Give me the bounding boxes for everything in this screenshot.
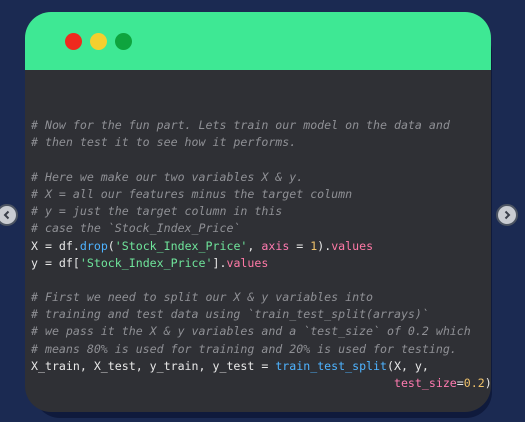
code-token-fn: drop (79, 238, 108, 253)
close-dot-icon (65, 33, 82, 50)
minimize-dot-icon (90, 33, 107, 50)
code-token-var: df[ (51, 255, 80, 270)
code-line: # means 80% is used for training and 20%… (31, 341, 487, 358)
code-token-op: = (456, 376, 464, 390)
code-token-num: 0.2 (463, 376, 485, 390)
code-token-comment: # training and test data using `train_te… (31, 307, 429, 322)
code-token-comment: # y = just the target column in this (31, 204, 283, 219)
code-token-op: = (289, 238, 311, 253)
code-token-var: , (247, 238, 262, 253)
code-token-var: ) (485, 376, 491, 390)
code-token-op: = (44, 255, 52, 270)
code-token-str: 'Stock_Index_Price' (114, 238, 248, 253)
window-titlebar (25, 12, 491, 70)
code-token-var (31, 376, 394, 390)
code-line: # y = just the target column in this (31, 203, 487, 220)
code-line: # we pass it the X & y variables and a `… (31, 323, 487, 340)
code-token-var: ( (107, 238, 115, 253)
code-token-kw: test_size (393, 376, 457, 390)
code-line: # First we need to split our X & y varia… (31, 289, 487, 306)
code-line: y = df['Stock_Index_Price'].values (31, 255, 487, 272)
code-line: # Now for the fun part. Lets train our m… (31, 117, 487, 134)
next-slide-button[interactable] (496, 204, 518, 226)
code-token-str: 'Stock_Index_Price' (79, 255, 213, 270)
prev-slide-button[interactable] (0, 204, 18, 226)
code-token-attr: values (226, 255, 269, 270)
code-token-var: X_train, X_test, y_train, y_test (31, 358, 262, 373)
code-token-var: (X, y, (387, 358, 429, 373)
code-token-comment: # Now for the fun part. Lets train our m… (31, 118, 450, 133)
code-block: # Now for the fun part. Lets train our m… (31, 100, 491, 392)
code-line: # Here we make our two variables X & y. (31, 169, 487, 186)
code-window: # Now for the fun part. Lets train our m… (25, 12, 491, 412)
code-token-var: X (31, 238, 45, 253)
code-token-comment: # Here we make our two variables X & y. (31, 169, 304, 184)
code-token-comment: # means 80% is used for training and 20%… (31, 341, 457, 356)
code-line: # training and test data using `train_te… (31, 306, 487, 323)
code-token-var: ]. (212, 255, 227, 270)
code-token-comment: # First we need to split our X & y varia… (31, 290, 374, 305)
code-token-comment: # we pass it the X & y variables and a `… (31, 324, 471, 339)
code-token-comment: # case the `Stock_Index_Price` (31, 221, 241, 236)
code-line: X_train, X_test, y_train, y_test = train… (31, 358, 487, 375)
code-line: # then test it to see how it performs. (31, 134, 487, 151)
chevron-right-icon (504, 210, 511, 220)
maximize-dot-icon (115, 33, 132, 50)
code-token-kw: axis (261, 238, 290, 253)
code-token-var: df. (51, 238, 80, 253)
code-token-var: ). (317, 238, 332, 253)
code-token-comment: # X = all our features minus the target … (31, 186, 353, 201)
code-token-fn: train_test_split (275, 358, 387, 373)
code-token-attr: values (331, 238, 374, 253)
code-token-op: = (44, 238, 52, 253)
code-line: # case the `Stock_Index_Price` (31, 220, 487, 237)
code-token-comment: # then test it to see how it performs. (31, 135, 297, 150)
code-line: X = df.drop('Stock_Index_Price', axis = … (31, 238, 487, 255)
chevron-left-icon (3, 210, 10, 220)
code-line: test_size=0.2) (31, 375, 491, 392)
code-line: # X = all our features minus the target … (31, 186, 487, 203)
code-token-var: y (31, 255, 45, 270)
